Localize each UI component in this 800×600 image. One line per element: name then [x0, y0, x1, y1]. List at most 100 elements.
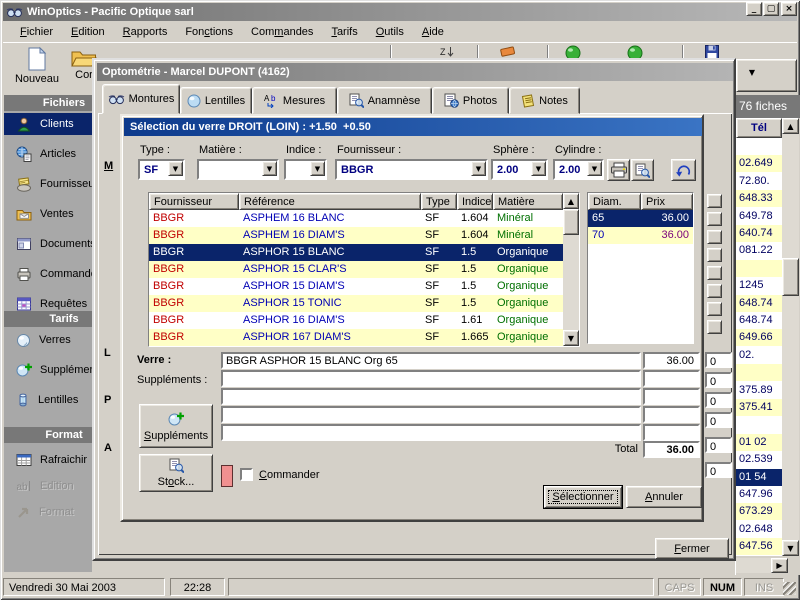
filter-combo-indice-[interactable]: ▼	[284, 159, 327, 180]
tab-lentilles[interactable]: Lentilles	[180, 87, 252, 114]
scroll-right-icon[interactable]: ▶	[771, 558, 788, 573]
client-row[interactable]: 375.41	[736, 399, 782, 416]
client-row[interactable]: 02.539	[736, 451, 782, 468]
sidebar-item-lentilles[interactable]: Lentilles	[4, 389, 92, 411]
tab-montures[interactable]: Montures	[102, 84, 180, 114]
combo-dropdown-icon[interactable]: ▼	[471, 161, 486, 176]
client-row[interactable]	[736, 260, 782, 277]
verre-field[interactable]: BBGR ASPHOR 15 BLANC Org 65	[221, 352, 641, 369]
supplement-price-field[interactable]	[643, 370, 700, 387]
tab-anamnese[interactable]: Anamnèse	[337, 87, 432, 114]
combo-dropdown-icon[interactable]: ▼	[168, 161, 183, 176]
lens-row[interactable]: BBGRASPHOR 15 TONICSF1.5Organique	[149, 295, 579, 312]
client-row[interactable]: 648.74	[736, 312, 782, 329]
client-row[interactable]: 640.74	[736, 225, 782, 242]
tel-column-header[interactable]: Tél	[736, 118, 782, 138]
undo-button[interactable]	[671, 159, 696, 181]
scroll-down-icon[interactable]: ▼	[782, 540, 799, 556]
scroll-up-icon[interactable]: ▲	[782, 118, 799, 134]
client-row[interactable]: 72.80.	[736, 173, 782, 190]
client-row[interactable]	[736, 364, 782, 381]
sidebar-item-commandes[interactable]: Commandes	[4, 263, 92, 285]
diameter-row[interactable]: 6536.00	[588, 210, 693, 227]
new-button[interactable]: Nouveau	[8, 44, 66, 92]
sidebar-item-verres[interactable]: Verres	[4, 329, 92, 351]
menu-item-rapports[interactable]: Rapports	[114, 24, 177, 40]
menu-item-outils[interactable]: Outils	[367, 24, 413, 40]
chevron-down-icon[interactable]: ▼	[747, 68, 757, 76]
minimize-button[interactable]: _	[746, 2, 762, 16]
stock-button[interactable]: Stock...	[139, 454, 213, 492]
filter-combo-fournisseur-[interactable]: BBGR▼	[335, 159, 488, 180]
vertical-scrollbar-track[interactable]	[782, 134, 799, 540]
client-row[interactable]: 649.78	[736, 208, 782, 225]
column-header-indice[interactable]: Indice	[457, 193, 493, 210]
resize-grip[interactable]	[783, 582, 796, 595]
client-row[interactable]: 648.33	[736, 190, 782, 207]
client-row[interactable]: 01 02	[736, 434, 782, 451]
lens-row[interactable]: BBGRASPHEM 16 DIAM'SSF1.604Minéral	[149, 227, 579, 244]
vertical-scrollbar-thumb[interactable]	[782, 258, 799, 296]
filter-combo-sphere-[interactable]: 2.00▼	[491, 159, 548, 180]
print-button[interactable]	[607, 159, 630, 181]
filter-combo-matiere-[interactable]: ▼	[197, 159, 279, 180]
filter-combo-cylindre-[interactable]: 2.00▼	[553, 159, 604, 180]
supplement-price-field[interactable]	[643, 388, 700, 405]
tab-notes[interactable]: Notes	[509, 87, 580, 114]
client-row[interactable]	[736, 416, 782, 433]
sidebar-item-rafraichir[interactable]: Rafraichir	[4, 449, 92, 471]
lens-row[interactable]: BBGRASPHOR 15 BLANCSF1.5Organique	[149, 244, 579, 261]
selectionner-button[interactable]: Sélectionner	[544, 486, 622, 508]
client-row[interactable]: 01 54	[736, 469, 782, 486]
supplement-field[interactable]	[221, 370, 641, 387]
client-row[interactable]: 02.	[736, 347, 782, 364]
client-row[interactable]: 02.648	[736, 521, 782, 538]
menu-item-fichier[interactable]: Fichier	[11, 24, 62, 40]
column-header-fournisseur[interactable]: Fournisseur	[149, 193, 239, 210]
supplements-button[interactable]: Suppléments	[139, 404, 213, 448]
combo-dropdown-icon[interactable]: ▼	[531, 161, 546, 176]
lens-scroll-down-icon[interactable]: ▼	[563, 330, 579, 346]
menu-item-fonctions[interactable]: Fonctions	[176, 24, 242, 40]
tab-photos[interactable]: Photos	[432, 87, 509, 114]
supplement-price-field[interactable]	[643, 424, 700, 441]
menu-item-edition[interactable]: Edition	[62, 24, 114, 40]
sidebar-item-fournisseurs[interactable]: Fournisseurs	[4, 173, 92, 195]
client-row[interactable]: 02.649	[736, 155, 782, 172]
client-row[interactable]: 647.56	[736, 538, 782, 555]
column-header-type[interactable]: Type	[421, 193, 457, 210]
sidebar-item-ventes[interactable]: Ventes	[4, 203, 92, 225]
client-row[interactable]: 647.96	[736, 486, 782, 503]
annuler-button[interactable]: Annuler	[626, 486, 702, 508]
menu-item-aide[interactable]: Aide	[413, 24, 453, 40]
supplement-field[interactable]	[221, 388, 641, 405]
client-row[interactable]: 1245	[736, 277, 782, 294]
close-button[interactable]: ×	[781, 2, 797, 16]
sidebar-item-articles[interactable]: Articles	[4, 143, 92, 165]
client-row[interactable]: 375.89	[736, 382, 782, 399]
combo-value[interactable]: BBGR	[335, 159, 488, 180]
menu-item-tarifs[interactable]: Tarifs	[322, 24, 366, 40]
lens-scrollbar-thumb[interactable]	[563, 209, 579, 235]
supplement-field[interactable]	[221, 406, 641, 423]
lens-scroll-up-icon[interactable]: ▲	[563, 193, 579, 209]
fermer-button[interactable]: Fermer	[655, 538, 729, 559]
lens-row[interactable]: BBGRASPHOR 15 DIAM'SSF1.5Organique	[149, 278, 579, 295]
supplement-field[interactable]	[221, 424, 641, 441]
column-header-diam-[interactable]: Diam.	[588, 193, 641, 210]
diameter-row[interactable]: 7036.00	[588, 227, 693, 244]
combo-dropdown-icon[interactable]: ▼	[587, 161, 602, 176]
client-row[interactable]: 081.22	[736, 242, 782, 259]
client-row[interactable]: 648.74	[736, 295, 782, 312]
filter-combo-type-[interactable]: SF▼	[138, 159, 185, 180]
sidebar-item-clients[interactable]: Clients	[4, 113, 92, 135]
sidebar-item-supplements[interactable]: Suppléments	[4, 359, 92, 381]
lens-row[interactable]: BBGRASPHEM 16 BLANCSF1.604Minéral	[149, 210, 579, 227]
lens-row[interactable]: BBGRASPHOR 15 CLAR'SSF1.5Organique	[149, 261, 579, 278]
column-header-matiere[interactable]: Matière	[493, 193, 563, 210]
sidebar-item-edition[interactable]: abEdition	[4, 475, 92, 497]
client-row[interactable]: 649.66	[736, 329, 782, 346]
tab-mesures[interactable]: AbMesures	[252, 87, 337, 114]
column-header-prix[interactable]: Prix	[641, 193, 693, 210]
menu-item-commandes[interactable]: Commandes	[242, 24, 322, 40]
